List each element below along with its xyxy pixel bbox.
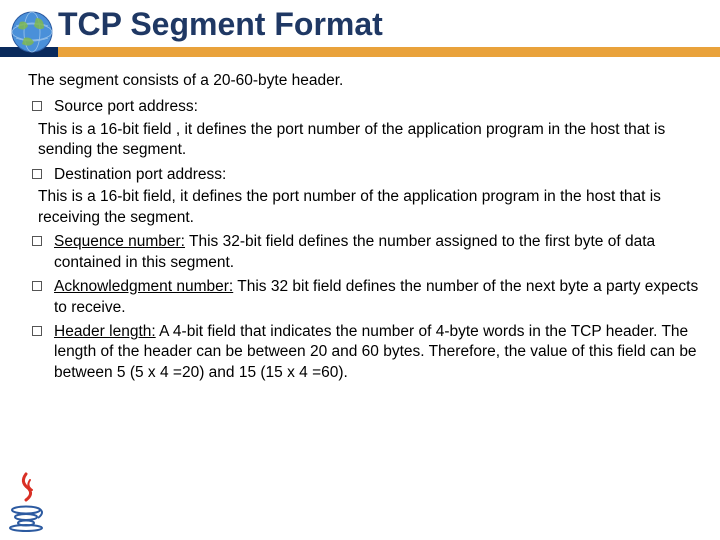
item-label: Header length: bbox=[54, 323, 156, 340]
list-item: Source port address: bbox=[28, 97, 708, 117]
java-logo-icon bbox=[6, 470, 46, 532]
slide-header: TCP Segment Format bbox=[0, 0, 720, 57]
slide-body: The segment consists of a 20-60-byte hea… bbox=[0, 57, 720, 383]
item-label: Source port address: bbox=[54, 98, 198, 115]
intro-text: The segment consists of a 20-60-byte hea… bbox=[28, 71, 708, 91]
bullet-box-icon bbox=[32, 169, 42, 179]
globe-icon bbox=[10, 10, 54, 54]
bullet-box-icon bbox=[32, 101, 42, 111]
item-label: Destination port address: bbox=[54, 166, 226, 183]
list-item: Acknowledgment number: This 32 bit field… bbox=[28, 277, 708, 318]
list-item: Header length: A 4-bit field that indica… bbox=[28, 322, 708, 383]
item-label: Sequence number: bbox=[54, 233, 185, 250]
item-label: Acknowledgment number: bbox=[54, 278, 233, 295]
accent-bar bbox=[0, 47, 720, 57]
item-text: This is a 16-bit field , it defines the … bbox=[28, 120, 708, 161]
slide-title: TCP Segment Format bbox=[58, 6, 720, 47]
bullet-box-icon bbox=[32, 326, 42, 336]
bullet-box-icon bbox=[32, 281, 42, 291]
list-item: Sequence number: This 32-bit field defin… bbox=[28, 232, 708, 273]
item-text: This is a 16-bit field, it defines the p… bbox=[28, 187, 708, 228]
bullet-box-icon bbox=[32, 236, 42, 246]
list-item: Destination port address: bbox=[28, 165, 708, 185]
